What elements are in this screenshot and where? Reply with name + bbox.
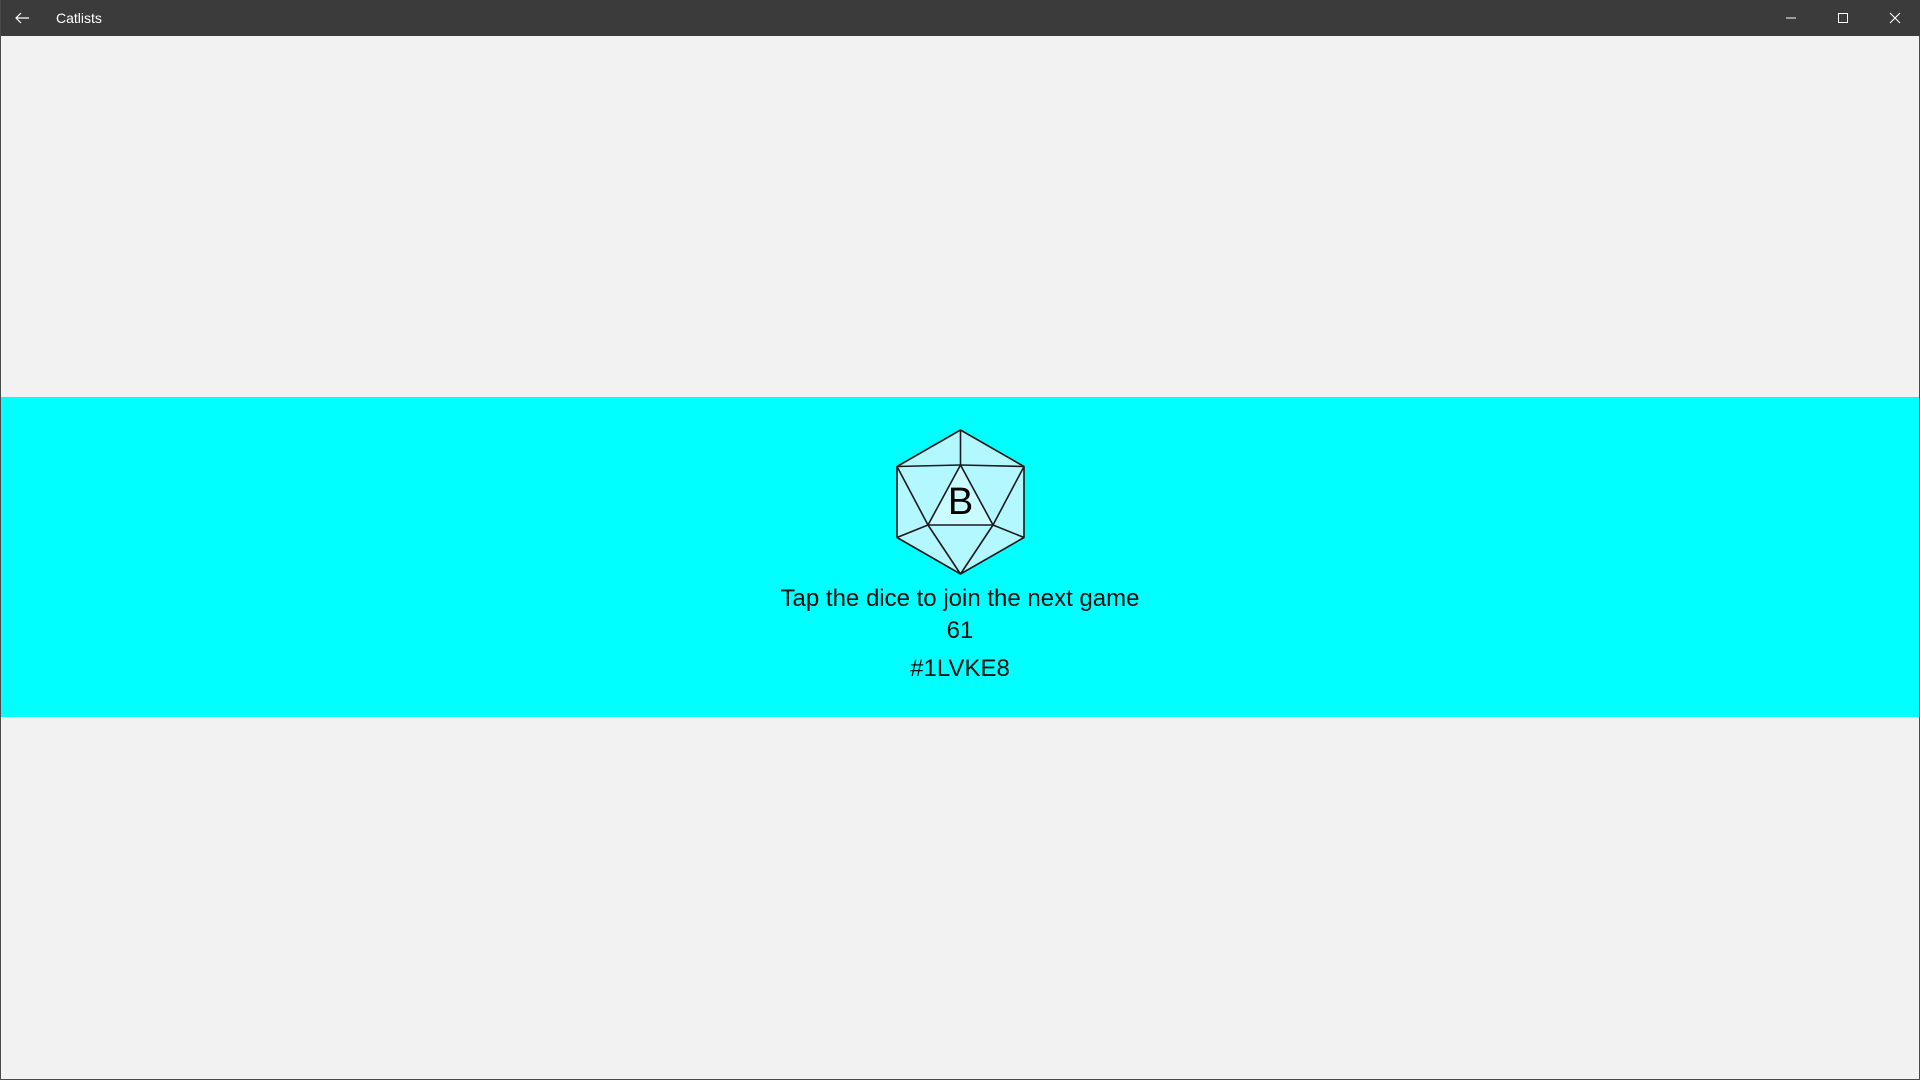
back-arrow-icon bbox=[15, 12, 29, 24]
d20-dice-icon[interactable]: B bbox=[894, 428, 1027, 576]
minimize-icon bbox=[1786, 17, 1796, 19]
dice-letter: B bbox=[948, 481, 973, 523]
title-bar: Catlists bbox=[1, 0, 1920, 36]
game-banner: B Tap the dice to join the next game 61 … bbox=[1, 397, 1919, 717]
close-button[interactable] bbox=[1869, 0, 1920, 36]
maximize-button[interactable] bbox=[1817, 0, 1869, 36]
app-window: Catlists B Tap the dice to join the next… bbox=[0, 0, 1920, 1080]
caption-buttons bbox=[1765, 0, 1920, 36]
app-title: Catlists bbox=[56, 10, 102, 26]
game-code: #1LVKE8 bbox=[910, 655, 1010, 682]
maximize-icon bbox=[1838, 13, 1848, 23]
close-icon bbox=[1889, 12, 1901, 24]
player-count: 61 bbox=[946, 617, 974, 644]
back-button[interactable] bbox=[1, 0, 43, 36]
minimize-button[interactable] bbox=[1765, 0, 1817, 36]
join-prompt: Tap the dice to join the next game bbox=[780, 585, 1140, 612]
